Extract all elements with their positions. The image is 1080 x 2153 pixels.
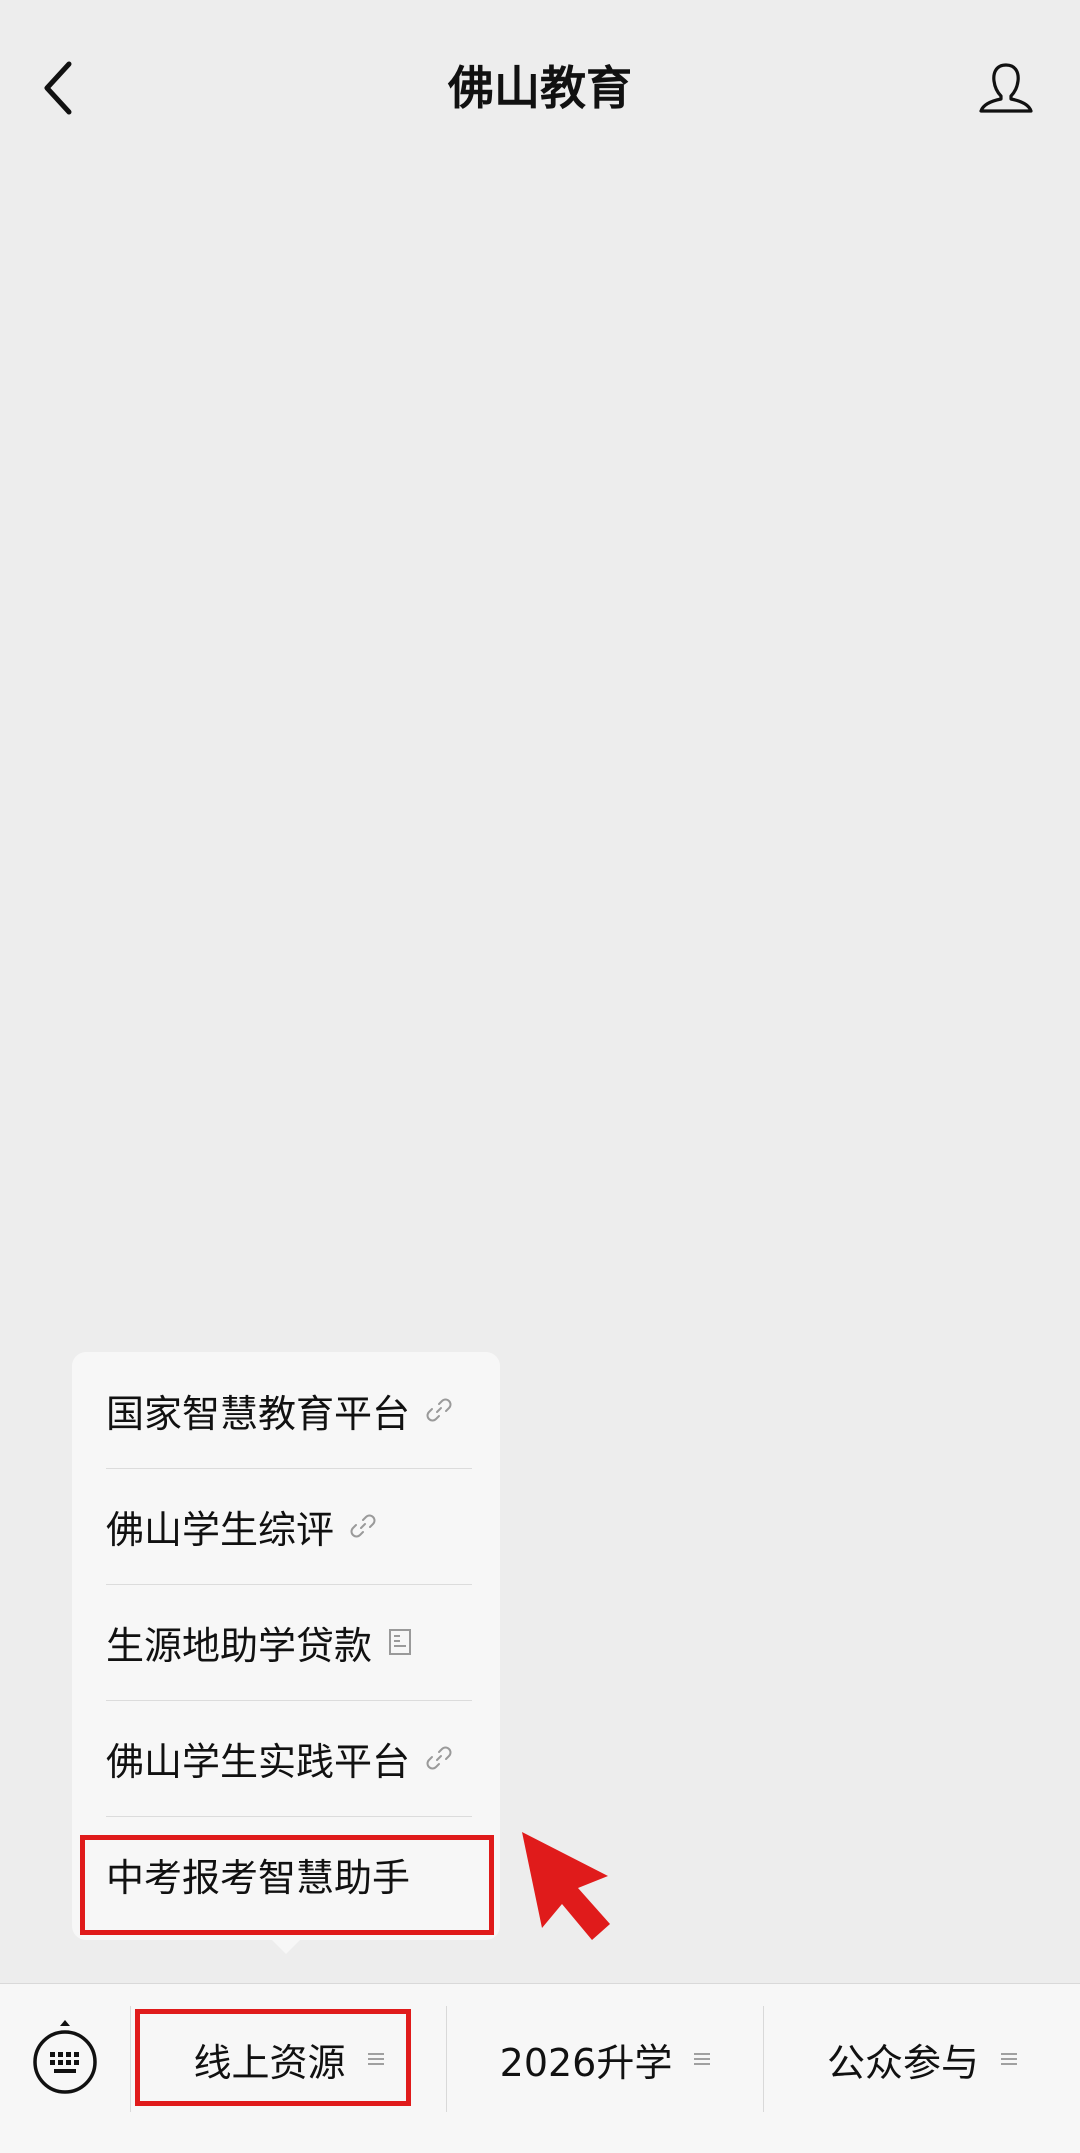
user-profile-icon (979, 63, 1033, 113)
submenu-item-label: 国家智慧教育平台 (106, 1391, 411, 1436)
tab-2026-admission[interactable]: 2026升学 (447, 1984, 763, 2134)
keyboard-icon (33, 2020, 97, 2094)
menu-lines-icon (694, 2051, 711, 2067)
link-icon (426, 1397, 452, 1423)
submenu-item-label: 佛山学生综评 (106, 1507, 335, 1552)
menu-lines-icon (1001, 2051, 1017, 2067)
submenu-item-label: 佛山学生实践平台 (106, 1739, 411, 1784)
submenu-item-label: 生源地助学贷款 (106, 1623, 373, 1668)
tab-label: 公众参与 (826, 2040, 979, 2085)
article-icon (388, 1628, 412, 1656)
submenu-item-national-smart-education[interactable]: 国家智慧教育平台 (106, 1352, 466, 1468)
submenu-pointer (272, 1940, 300, 1954)
submenu-item-foshan-student-evaluation[interactable]: 佛山学生综评 (106, 1468, 466, 1584)
page-title: 佛山教育 (448, 61, 632, 115)
link-icon (350, 1513, 376, 1539)
highlight-box-online-resources (135, 2009, 411, 2106)
tab-public-participation[interactable]: 公众参与 (764, 1984, 1080, 2134)
submenu-item-student-loan[interactable]: 生源地助学贷款 (106, 1584, 466, 1700)
top-navigation-bar: 佛山教育 (0, 0, 1080, 176)
red-arrow-icon (522, 1832, 610, 1940)
profile-button[interactable] (972, 54, 1040, 122)
link-icon (426, 1745, 452, 1771)
highlight-box-exam-assistant (80, 1835, 494, 1935)
keyboard-toggle-button[interactable] (30, 2018, 100, 2094)
submenu-item-student-practice-platform[interactable]: 佛山学生实践平台 (106, 1700, 466, 1816)
tab-label: 2026升学 (499, 2040, 673, 2085)
